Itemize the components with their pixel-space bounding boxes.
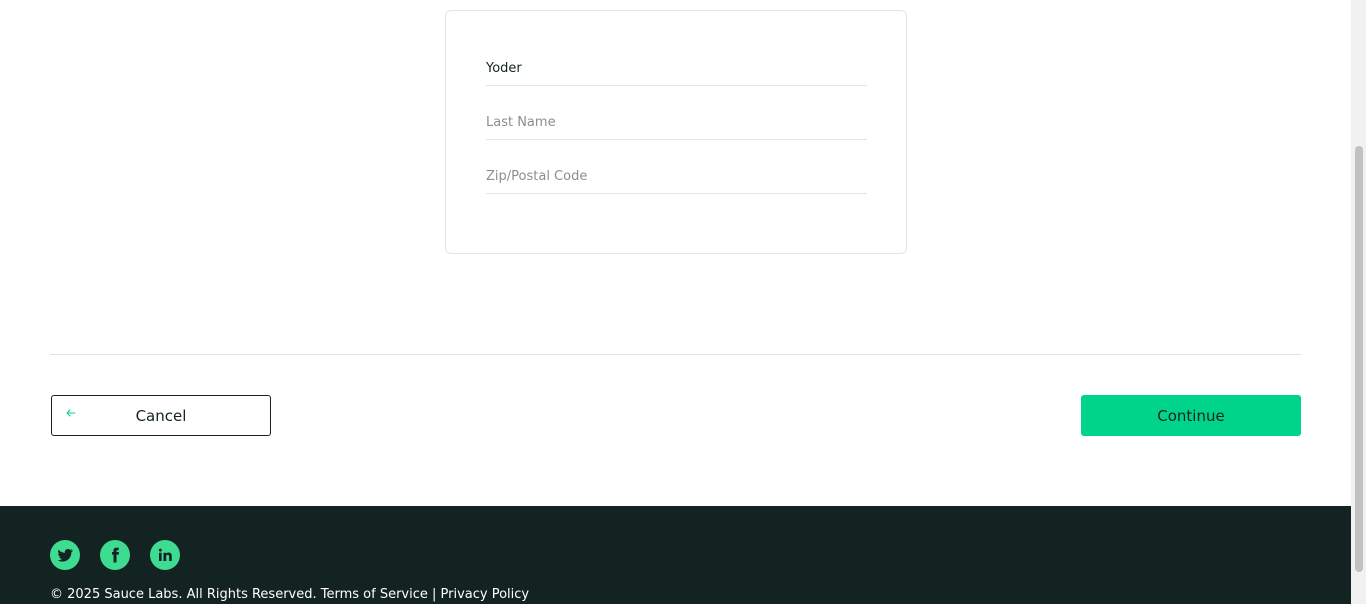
copyright-text: © 2025 Sauce Labs. All Rights Reserved. … bbox=[50, 587, 530, 602]
vertical-scrollbar[interactable] bbox=[1351, 0, 1366, 604]
continue-button[interactable]: Continue bbox=[1081, 395, 1301, 436]
page-footer: © 2025 Sauce Labs. All Rights Reserved. … bbox=[0, 506, 1351, 604]
cancel-button[interactable]: Cancel bbox=[51, 395, 271, 436]
scrollbar-thumb[interactable] bbox=[1355, 146, 1363, 572]
checkout-page: Cancel Continue © 2025 Sauce Labs. All R… bbox=[0, 0, 1366, 604]
facebook-icon[interactable] bbox=[100, 540, 130, 570]
first-name-input[interactable] bbox=[486, 56, 867, 86]
checkout-info-form bbox=[445, 10, 907, 254]
last-name-input[interactable] bbox=[486, 110, 867, 140]
main-content: Cancel Continue bbox=[0, 0, 1351, 506]
zip-code-input[interactable] bbox=[486, 164, 867, 194]
twitter-icon[interactable] bbox=[50, 540, 80, 570]
section-divider bbox=[50, 354, 1301, 355]
cancel-button-label: Cancel bbox=[135, 406, 187, 425]
continue-button-label: Continue bbox=[1157, 406, 1225, 425]
back-arrow-icon bbox=[65, 405, 77, 417]
linkedin-icon[interactable] bbox=[150, 540, 180, 570]
